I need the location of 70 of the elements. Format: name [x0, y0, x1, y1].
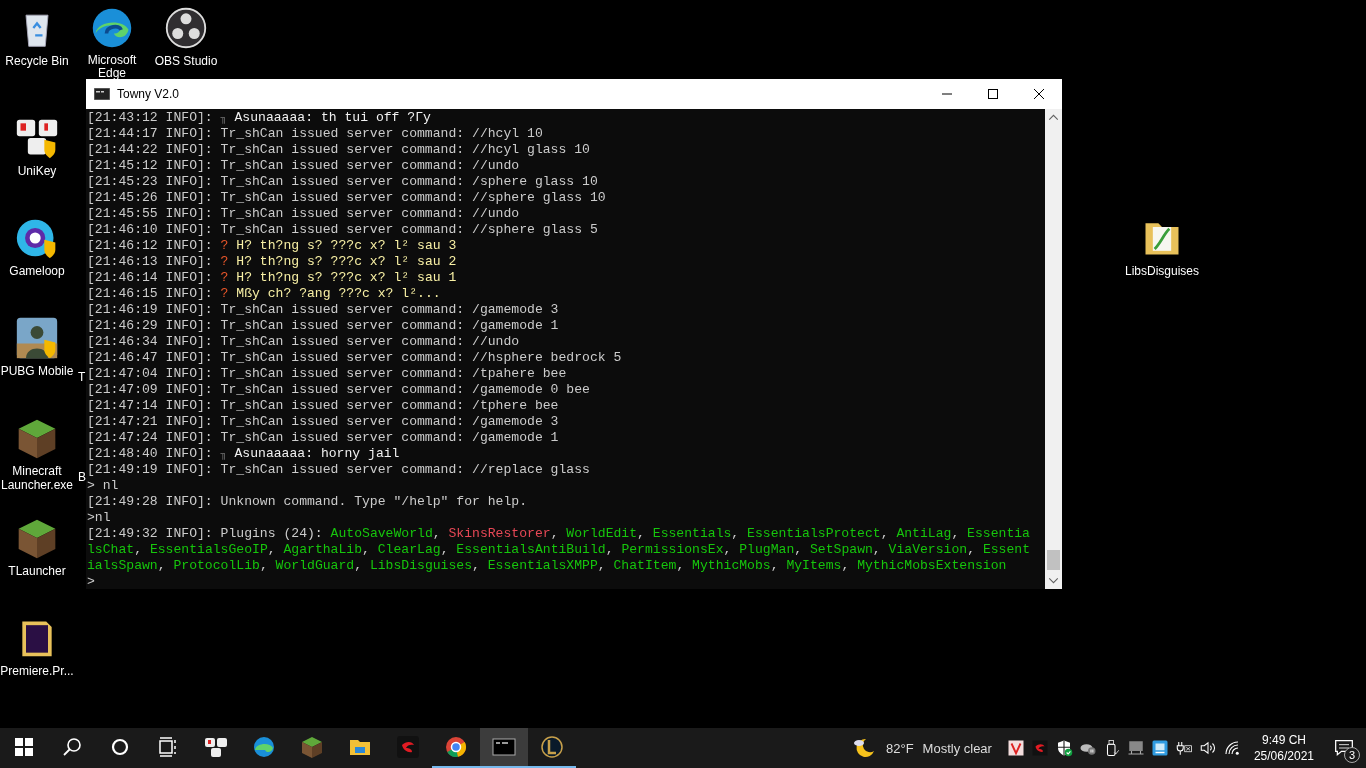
desktop-icon-label[interactable]: LibsDisguises — [1125, 264, 1200, 278]
taskbar-console-button[interactable] — [480, 728, 528, 768]
monitor-icon[interactable] — [1126, 739, 1145, 757]
console-line: [21:47:21 INFO]: Tr_shCan issued server command: /gamemode 3 — [87, 414, 559, 430]
console-line: [21:45:26 INFO]: Tr_shCan issued server command: //sphere glass 10 — [87, 190, 606, 206]
console-line: [21:47:14 INFO]: Tr_shCan issued server command: /tphere bee — [87, 398, 559, 414]
network-app-icon[interactable] — [1150, 739, 1169, 757]
console-line: [21:43:12 INFO]: ╖ Asunaaaaa: th tui off ?Гy — [87, 110, 431, 126]
console-line: [21:48:40 INFO]: ╖ Asunaaaaa: horny jail — [87, 446, 400, 462]
notifications-button[interactable]: 3 — [1322, 728, 1366, 768]
clock[interactable]: 9:49 CH 25/06/2021 — [1253, 732, 1314, 764]
console-line: > nl — [87, 478, 119, 494]
console-line: [21:46:15 INFO]: ? Mßy ch? ?ang ???c x? l²... — [87, 286, 441, 302]
clock-time: 9:49 CH — [1261, 732, 1306, 748]
desktop-icon-label[interactable]: Premiere.Pr... — [0, 664, 74, 678]
desktop-icon-label[interactable]: TLauncher — [8, 564, 66, 578]
wifi-icon[interactable] — [1222, 739, 1241, 757]
console-line: lsChat, EssentialsGeoIP, AgarthaLib, ClearLag, EssentialsAntiBuild, PermissionsEx, PlugMan, SetSpawn, ViaVersion, Essent — [87, 542, 1031, 558]
console-line: >nl — [87, 510, 111, 526]
console-line: [21:45:55 INFO]: Tr_shCan issued server command: //undo — [87, 206, 520, 222]
message-icon — [1334, 738, 1354, 758]
console-line: ialsSpawn, ProtocolLib, WorldGuard, LibsDisguises, EssentialsXMPP, ChatItem, MythicMobs, MyItems, MythicMobsExtension — [87, 558, 1007, 574]
windows-logo-icon — [12, 735, 36, 759]
desktop-icon-label[interactable]: Recycle Bin — [5, 54, 69, 68]
console-line: [21:46:14 INFO]: ? H? th?ng s? ???c x? l² sau 1 — [87, 270, 457, 286]
desktop-icon-label[interactable]: Minecraft Launcher.exe — [0, 464, 74, 492]
notification-count-badge: 3 — [1344, 747, 1360, 763]
console-line: [21:49:32 INFO]: Plugins (24): AutoSaveWorld, SkinsRestorer, WorldEdit, Essentials, EssentialsProtect, AntiLag, Essentia — [87, 526, 1030, 542]
console-line: [21:46:29 INFO]: Tr_shCan issued server command: /gamemode 1 — [87, 318, 559, 334]
console-line: [21:45:23 INFO]: Tr_shCan issued server command: /sphere glass 10 — [87, 174, 598, 190]
console-line: [21:49:19 INFO]: Tr_shCan issued server command: //replace glass — [87, 462, 590, 478]
console-icon — [492, 735, 516, 759]
console-icon — [94, 88, 110, 100]
console-line: [21:44:22 INFO]: Tr_shCan issued server command: //hcyl glass 10 — [87, 142, 590, 158]
console-line: [21:47:24 INFO]: Tr_shCan issued server command: /gamemode 1 — [87, 430, 559, 446]
close-icon — [1034, 89, 1044, 99]
desktop-icon-label[interactable]: Microsoft Edge — [82, 54, 142, 80]
console-line: > — [87, 574, 95, 589]
console-line: [21:46:19 INFO]: Tr_shCan issued server command: /gamemode 3 — [87, 302, 559, 318]
scrollbar-thumb[interactable] — [1047, 550, 1060, 570]
weather-temperature[interactable]: 82°F — [885, 740, 914, 756]
letter-v-app-icon[interactable] — [1006, 739, 1025, 757]
scrollbar[interactable] — [1045, 109, 1062, 589]
battery-plug-icon[interactable] — [1174, 739, 1193, 757]
window-title: Towny V2.0 — [117, 87, 180, 101]
console-line: [21:47:04 INFO]: Tr_shCan issued server command: /tpahere bee — [87, 366, 567, 382]
desktop-icon-label[interactable]: Gameloop — [9, 264, 65, 278]
console-line: [21:49:28 INFO]: Unknown command. Type "/help" for help. — [87, 494, 528, 510]
console-line: [21:46:34 INFO]: Tr_shCan issued server command: //undo — [87, 334, 520, 350]
console-line: [21:47:09 INFO]: Tr_shCan issued server command: /gamemode 0 bee — [87, 382, 590, 398]
maximize-icon — [988, 89, 998, 99]
console-line: [21:46:12 INFO]: ? H? th?ng s? ???c x? l² sau 3 — [87, 238, 457, 254]
chrome-icon — [444, 735, 468, 759]
weather-condition[interactable]: Mostly clear — [922, 740, 992, 756]
desktop-icon-label[interactable]: PUBG Mobile — [0, 364, 74, 378]
partial-icon-label[interactable]: B — [78, 470, 86, 484]
console-line: [21:44:17 INFO]: Tr_shCan issued server command: //hcyl 10 — [87, 126, 543, 142]
game-soldier-icon[interactable] — [15, 316, 59, 360]
console-line: [21:46:10 INFO]: Tr_shCan issued server command: //sphere glass 5 — [87, 222, 598, 238]
volume-icon[interactable] — [1198, 739, 1217, 757]
partial-icon-label[interactable]: T — [78, 370, 86, 384]
clock-date: 25/06/2021 — [1253, 748, 1314, 764]
keyboard-keys-icon — [204, 735, 228, 759]
desktop-icon-label[interactable]: UniKey — [17, 164, 57, 178]
console-line: [21:46:13 INFO]: ? H? th?ng s? ???c x? l² sau 2 — [87, 254, 457, 270]
console-line: [21:46:47 INFO]: Tr_shCan issued server command: //hsphere bedrock 5 — [87, 350, 622, 366]
grass-block-icon — [300, 735, 324, 759]
console-line: [21:45:12 INFO]: Tr_shCan issued server command: //undo — [87, 158, 520, 174]
moon-cloud-icon[interactable] — [851, 736, 876, 760]
desktop-icon-label[interactable]: OBS Studio — [154, 54, 218, 68]
